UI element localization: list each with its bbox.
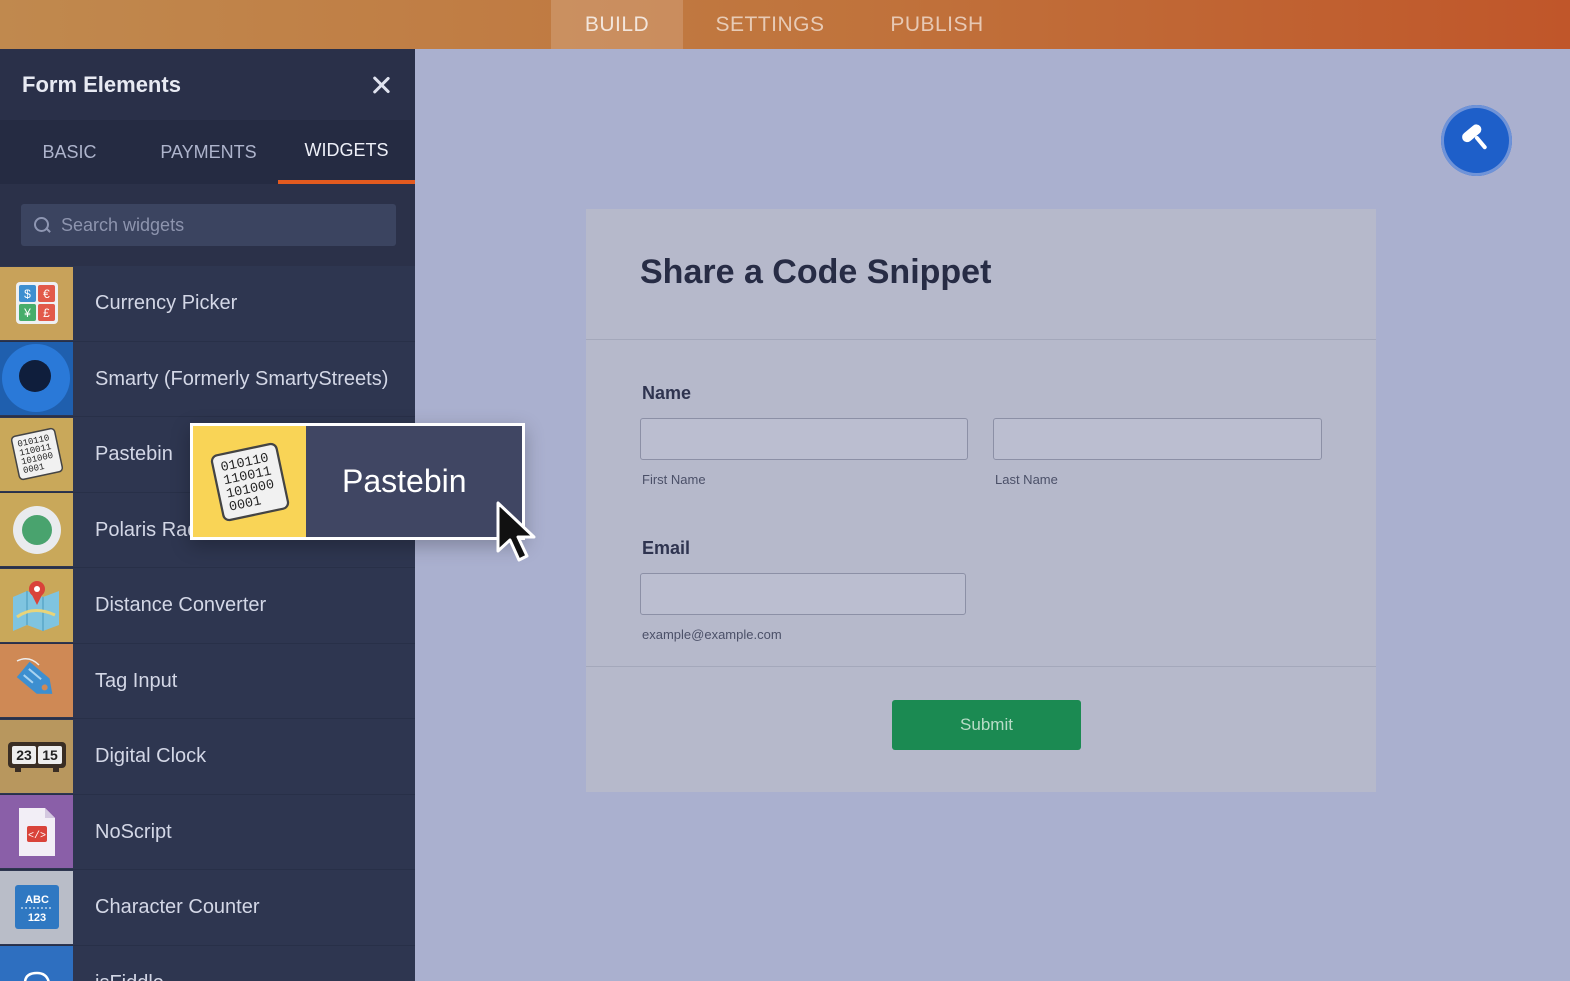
submit-button[interactable]: Submit (892, 700, 1081, 750)
dragged-widget-pastebin[interactable]: 010110 110011 101000 0001 Pastebin (190, 423, 525, 540)
dragged-widget-label: Pastebin (342, 463, 467, 499)
svg-text:23: 23 (16, 747, 32, 763)
map-pin-icon (0, 568, 73, 642)
svg-text:€: € (43, 287, 50, 301)
smarty-icon (0, 342, 73, 416)
digital-clock-icon: 23 15 (0, 719, 73, 793)
close-icon[interactable] (369, 73, 393, 97)
email-label: Email (642, 538, 691, 558)
paint-roller-icon (1459, 120, 1495, 161)
form-card: Share a Code Snippet Name First Name Las… (586, 209, 1376, 792)
widget-item-character-counter[interactable]: ABC 123 Character Counter (0, 870, 415, 946)
tab-basic[interactable]: BASIC (0, 120, 139, 184)
form-designer-button[interactable] (1441, 105, 1512, 176)
widget-label: Tag Input (95, 669, 178, 692)
widget-list: $ € ¥ £ Currency Picker Smarty (Formerly… (0, 266, 415, 981)
widget-label: Character Counter (95, 896, 260, 919)
search-box[interactable] (21, 204, 396, 246)
mouse-pointer-icon (496, 501, 536, 562)
sidebar-header: Form Elements (0, 49, 415, 120)
widget-label: Digital Clock (95, 745, 207, 768)
widget-label: Smarty (Formerly SmartyStreets) (95, 367, 389, 390)
widget-label: jsFiddle (73, 971, 164, 981)
widget-label: Distance Converter (95, 594, 267, 617)
form-header: Share a Code Snippet (586, 209, 1376, 340)
widget-item-digital-clock[interactable]: 23 15 Digital Clock (0, 719, 415, 795)
divider (586, 666, 1376, 667)
code-file-icon: </> (0, 795, 73, 869)
svg-text:15: 15 (42, 747, 58, 763)
svg-text:$: $ (24, 287, 31, 301)
last-name-field[interactable] (993, 418, 1322, 460)
svg-text:£: £ (43, 306, 50, 320)
svg-text:</>: </> (27, 830, 45, 842)
tab-payments[interactable]: PAYMENTS (139, 120, 278, 184)
widget-item-jsfiddle[interactable]: jsFiddle (0, 946, 415, 981)
svg-text:123: 123 (27, 912, 45, 924)
tab-build[interactable]: BUILD (551, 0, 683, 49)
binary-code-icon: 010110 110011 101000 0001 (0, 417, 73, 491)
email-sublabel: example@example.com (642, 627, 782, 642)
name-label: Name (642, 383, 692, 403)
widget-item-tag-input[interactable]: Tag Input (0, 644, 415, 719)
svg-text:ABC: ABC (25, 894, 49, 906)
last-name-sublabel: Last Name (995, 472, 1058, 487)
tab-settings[interactable]: SETTINGS (683, 0, 857, 49)
search-input[interactable] (61, 214, 381, 236)
tab-publish[interactable]: PUBLISH (857, 0, 1017, 49)
svg-text:¥: ¥ (23, 306, 31, 320)
widget-item-smarty[interactable]: Smarty (Formerly SmartyStreets) (0, 342, 415, 417)
top-bar: BUILD SETTINGS PUBLISH (0, 0, 1570, 49)
widget-item-noscript[interactable]: </> NoScript (0, 795, 415, 870)
currency-picker-icon: $ € ¥ £ (0, 266, 73, 340)
tab-widgets[interactable]: WIDGETS (278, 120, 415, 184)
widget-item-distance-converter[interactable]: Distance Converter (0, 568, 415, 644)
tag-icon (0, 644, 73, 718)
search-icon (33, 216, 51, 234)
binary-code-icon: 010110 110011 101000 0001 (193, 426, 306, 537)
widget-label: Pastebin (95, 443, 173, 466)
widget-label: NoScript (95, 820, 172, 843)
first-name-field[interactable] (640, 418, 968, 460)
email-field[interactable] (640, 573, 966, 615)
widget-label: Currency Picker (95, 292, 238, 315)
form-title[interactable]: Share a Code Snippet (640, 253, 1376, 292)
widget-item-currency-picker[interactable]: $ € ¥ £ Currency Picker (0, 266, 415, 342)
first-name-sublabel: First Name (642, 472, 706, 487)
abc-123-icon: ABC 123 (0, 870, 73, 944)
top-nav: BUILD SETTINGS PUBLISH (551, 0, 1017, 49)
sidebar-tabs: BASIC PAYMENTS WIDGETS (0, 120, 415, 184)
search-area (0, 184, 415, 266)
sidebar-title: Form Elements (22, 71, 181, 97)
radio-button-icon (0, 493, 73, 567)
cloud-icon (0, 946, 73, 981)
